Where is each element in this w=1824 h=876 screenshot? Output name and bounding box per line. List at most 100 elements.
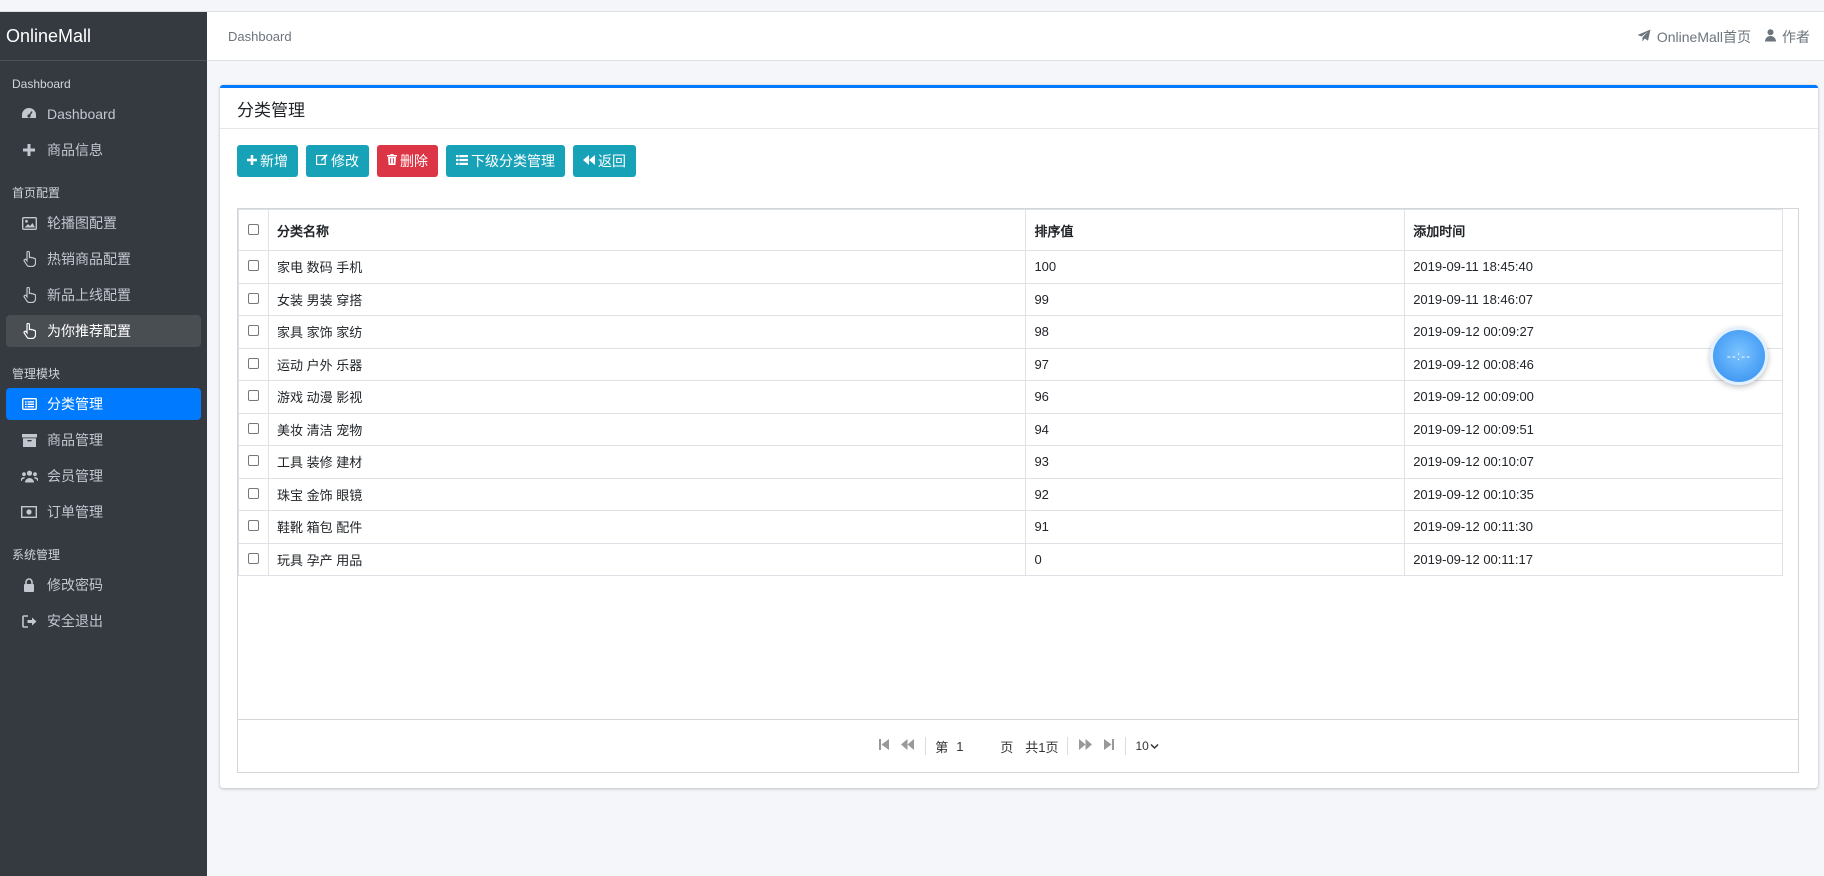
row-checkbox[interactable] [247, 520, 259, 532]
rank-cell: 100 [1025, 250, 1406, 284]
list-icon [456, 154, 468, 168]
top-header: Dashboard OnlineMall首页 作者 [207, 12, 1824, 61]
sidebar-item-category[interactable]: 分类管理 [6, 388, 201, 420]
column-header-rank[interactable]: 排序值 [1025, 209, 1406, 251]
author-link-label: 作者 [1782, 29, 1810, 45]
sidebar-item-change-password[interactable]: 修改密码 [6, 569, 201, 601]
sidebar-item-carousel[interactable]: 轮播图配置 [6, 207, 201, 239]
table-row[interactable]: 鞋靴 箱包 配件 91 2019-09-12 00:11:30 [238, 510, 1783, 544]
lock-icon [20, 577, 38, 593]
table-row[interactable]: 美妆 清洁 宠物 94 2019-09-12 00:09:51 [238, 412, 1783, 446]
row-select-cell [238, 347, 269, 381]
total-pages: 共1页 [1025, 739, 1059, 755]
time-cell: 2019-09-12 00:10:07 [1404, 445, 1783, 479]
sidebar-item-orders[interactable]: 订单管理 [6, 496, 201, 528]
column-header-name[interactable]: 分类名称 [267, 209, 1027, 251]
table-row[interactable]: 工具 装修 建材 93 2019-09-12 00:10:07 [238, 445, 1783, 479]
category-grid: 分类名称 排序值 添加时间 家电 数码 手机 100 2019-09-11 18… [237, 208, 1799, 773]
sidebar-item-logout[interactable]: 安全退出 [6, 605, 201, 637]
next-page-icon[interactable] [1079, 739, 1093, 753]
sidebar: OnlineMall Dashboard Dashboard 商品信息 首页配置… [0, 12, 207, 876]
sidebar-item-recommend[interactable]: 为你推荐配置 [6, 315, 201, 347]
floating-clock-widget[interactable]: --:-- [1710, 327, 1768, 385]
back-button[interactable]: 返回 [573, 145, 636, 177]
sub-category-button[interactable]: 下级分类管理 [446, 145, 565, 177]
nav-header-management: 管理模块 [12, 367, 61, 381]
home-link[interactable]: OnlineMall首页 [1637, 27, 1751, 47]
first-page-icon[interactable] [879, 739, 890, 753]
browser-top-strip [0, 0, 1824, 12]
sidebar-item-label: Dashboard [47, 106, 116, 122]
time-cell: 2019-09-12 00:09:51 [1404, 412, 1783, 446]
sidebar-item-new-goods[interactable]: 新品上线配置 [6, 279, 201, 311]
money-icon [20, 504, 38, 520]
table-row[interactable]: 女装 男装 穿搭 99 2019-09-11 18:46:07 [238, 282, 1783, 316]
pager-separator [1067, 737, 1069, 755]
archive-icon [20, 432, 38, 448]
row-checkbox[interactable] [247, 357, 259, 369]
hand-pointer-icon [20, 251, 38, 267]
category-table: 分类名称 排序值 添加时间 家电 数码 手机 100 2019-09-11 18… [238, 209, 1783, 576]
sidebar-item-goods-info[interactable]: 商品信息 [6, 134, 201, 166]
rank-cell: 0 [1025, 542, 1406, 576]
category-name-cell: 女装 男装 穿搭 [267, 282, 1027, 316]
column-header-time[interactable]: 添加时间 [1404, 209, 1783, 251]
sidebar-item-label: 热销商品配置 [47, 251, 131, 267]
row-checkbox[interactable] [247, 552, 259, 564]
pager-separator [1125, 737, 1127, 755]
dashboard-icon [20, 106, 38, 122]
prev-page-icon[interactable] [901, 739, 915, 753]
brand-logo[interactable]: OnlineMall [0, 12, 207, 61]
chevron-down-icon [1150, 743, 1159, 749]
sidebar-item-dashboard[interactable]: Dashboard [6, 98, 201, 130]
sidebar-item-goods[interactable]: 商品管理 [6, 424, 201, 456]
table-row[interactable]: 玩具 孕产 用品 0 2019-09-12 00:11:17 [238, 542, 1783, 576]
row-checkbox[interactable] [247, 260, 259, 272]
rank-cell: 94 [1025, 412, 1406, 446]
sidebar-item-hot-goods[interactable]: 热销商品配置 [6, 243, 201, 275]
edit-button[interactable]: 修改 [306, 145, 369, 177]
users-icon [20, 468, 38, 484]
category-card: 分类管理 新增 修改 删除 下级分类管理 返回 分类名称 排序值 添加时间 家电… [220, 85, 1818, 788]
category-name-cell: 家具 家饰 家纺 [267, 315, 1027, 349]
sidebar-item-label: 商品管理 [47, 432, 103, 448]
table-row[interactable]: 游戏 动漫 影视 96 2019-09-12 00:09:00 [238, 380, 1783, 414]
breadcrumb[interactable]: Dashboard [228, 29, 292, 44]
row-checkbox[interactable] [247, 325, 259, 337]
delete-button[interactable]: 删除 [377, 145, 438, 177]
row-select-cell [238, 445, 269, 479]
table-row[interactable]: 运动 户外 乐器 97 2019-09-12 00:08:46 [238, 347, 1783, 381]
pager: 第 1 页 共1页 10 [238, 719, 1798, 772]
author-link[interactable]: 作者 [1765, 27, 1810, 47]
category-name-cell: 玩具 孕产 用品 [267, 542, 1027, 576]
sidebar-item-label: 新品上线配置 [47, 287, 131, 303]
row-checkbox[interactable] [247, 422, 259, 434]
sidebar-item-label: 轮播图配置 [47, 215, 117, 231]
row-checkbox[interactable] [247, 292, 259, 304]
table-row[interactable]: 珠宝 金饰 眼镜 92 2019-09-12 00:10:35 [238, 477, 1783, 511]
last-page-icon[interactable] [1104, 739, 1115, 753]
back-button-label: 返回 [598, 153, 626, 169]
category-name-cell: 珠宝 金饰 眼镜 [267, 477, 1027, 511]
table-row[interactable]: 家具 家饰 家纺 98 2019-09-12 00:09:27 [238, 315, 1783, 349]
add-button[interactable]: 新增 [237, 145, 298, 177]
page-size-select[interactable]: 10 [1135, 739, 1159, 753]
select-all-checkbox[interactable] [247, 223, 259, 235]
page-number-input[interactable]: 1 [956, 739, 982, 754]
toolbar: 新增 修改 删除 下级分类管理 返回 [237, 145, 644, 177]
category-name-cell: 运动 户外 乐器 [267, 347, 1027, 381]
row-select-cell [238, 250, 269, 284]
category-name-cell: 鞋靴 箱包 配件 [267, 510, 1027, 544]
table-row[interactable]: 家电 数码 手机 100 2019-09-11 18:45:40 [238, 250, 1783, 284]
sidebar-item-members[interactable]: 会员管理 [6, 460, 201, 492]
backward-icon [583, 154, 595, 168]
sidebar-item-label: 为你推荐配置 [47, 323, 131, 339]
row-checkbox[interactable] [247, 390, 259, 402]
row-checkbox[interactable] [247, 487, 259, 499]
row-checkbox[interactable] [247, 455, 259, 467]
select-all-cell [238, 209, 269, 251]
time-cell: 2019-09-12 00:11:30 [1404, 510, 1783, 544]
edit-button-label: 修改 [331, 153, 359, 169]
row-select-cell [238, 315, 269, 349]
list-alt-icon [20, 396, 38, 412]
